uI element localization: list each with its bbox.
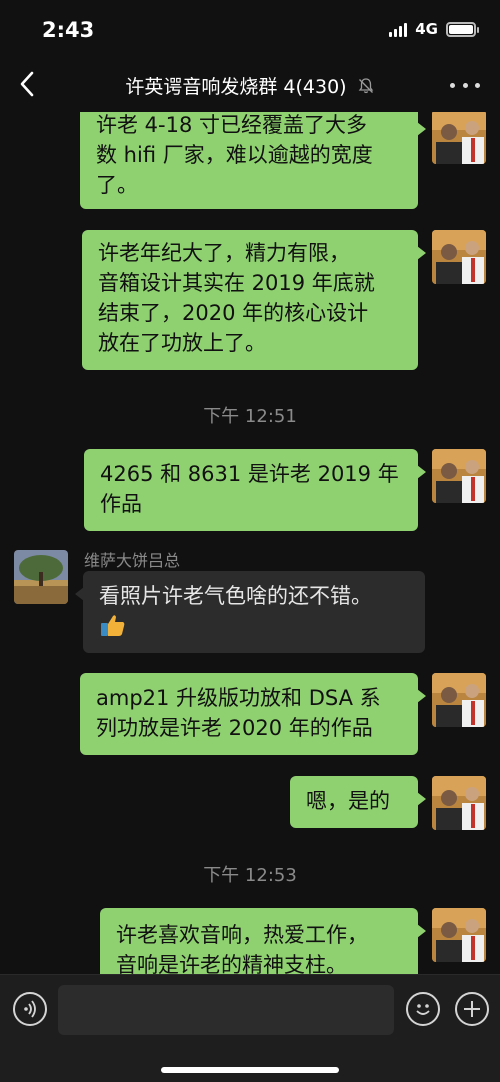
chat-title: 许英谔音响发烧群 4(430) [0, 72, 500, 99]
voice-icon [24, 1000, 36, 1018]
status-time: 2:43 [42, 18, 95, 42]
emoji-icon [416, 1004, 430, 1015]
avatar-me[interactable] [432, 230, 486, 284]
message-line: 了。 [96, 173, 138, 197]
message-line: 许老年纪大了，精力有限， [98, 241, 350, 265]
more-functions-button[interactable] [455, 992, 489, 1026]
emoji-button[interactable] [406, 992, 440, 1026]
message-line: 许老 4-18 寸已经覆盖了大多 [96, 113, 368, 137]
battery-icon [446, 21, 479, 37]
avatar-other[interactable] [14, 550, 68, 604]
message-line: 列功放是许老 2020 年的作品 [96, 716, 373, 740]
message-line: 嗯，是的 [306, 789, 390, 813]
message-line: 看照片许老气色啥的还不错。 [99, 584, 372, 608]
signal-icon [389, 21, 408, 37]
dot-icon [450, 82, 455, 88]
network-type: 4G [415, 20, 438, 38]
message-line: amp21 升级版功放和 DSA 系 [96, 686, 381, 710]
avatar-me[interactable] [432, 673, 486, 727]
message-line: 4265 和 8631 是许老 2019 年 [100, 462, 399, 486]
message-line: 数 hifi 厂家，难以逾越的宽度 [96, 143, 373, 167]
avatar-photo [432, 449, 486, 503]
avatar-photo [432, 776, 486, 830]
message-line: 作品 [100, 492, 142, 516]
dot-icon [462, 82, 468, 88]
plus-icon [464, 1001, 480, 1017]
message-line: 音箱设计其实在 2019 年底就 [98, 271, 375, 295]
message-line: 结束了，2020 年的核心设计 [98, 301, 369, 325]
avatar-photo [432, 112, 486, 164]
status-indicators: 4G [389, 20, 479, 38]
nav-bar: 许英谔音响发烧群 4(430) [0, 58, 500, 112]
message-bubble-mine[interactable]: 许老喜欢音响，热爱工作， 音响是许老的精神支柱。 [100, 908, 426, 974]
timestamp: 下午 12:51 [203, 406, 297, 427]
status-bar: 2:43 4G [0, 0, 500, 58]
avatar-photo [14, 550, 68, 604]
message-bubble-mine[interactable]: amp21 升级版功放和 DSA 系 列功放是许老 2020 年的作品 [80, 673, 426, 755]
avatar-me[interactable] [432, 449, 486, 503]
avatar-me[interactable] [432, 112, 486, 164]
timestamp: 下午 12:53 [203, 865, 297, 886]
message-bubble-mine[interactable]: 4265 和 8631 是许老 2019 年 作品 [84, 449, 426, 531]
avatar-photo [432, 230, 486, 284]
sender-name: 维萨大饼吕总 [84, 551, 181, 570]
message-bubble-mine[interactable]: 许老 4-18 寸已经覆盖了大多 数 hifi 厂家，难以逾越的宽度 了。 [80, 112, 426, 209]
home-indicator [161, 1067, 339, 1073]
dot-icon [475, 82, 480, 88]
input-bar [0, 974, 500, 1082]
avatar-me[interactable] [432, 908, 486, 962]
chat-message-list[interactable]: 许老 4-18 寸已经覆盖了大多 数 hifi 厂家，难以逾越的宽度 了。 许老… [0, 112, 500, 974]
voice-input-button[interactable] [13, 992, 47, 1026]
more-options-button[interactable] [450, 72, 480, 98]
message-input[interactable] [58, 985, 394, 1035]
avatar-photo [432, 673, 486, 727]
message-bubble-theirs[interactable]: 看照片许老气色啥的还不错。 [75, 571, 425, 653]
message-line: 放在了功放上了。 [98, 331, 266, 355]
message-line: 音响是许老的精神支柱。 [116, 953, 347, 974]
thumbs-up-emoji [101, 615, 125, 636]
message-bubble-mine[interactable]: 嗯，是的 [290, 776, 426, 828]
avatar-photo [432, 908, 486, 962]
message-line: 许老喜欢音响，热爱工作， [116, 923, 368, 947]
avatar-me[interactable] [432, 776, 486, 830]
chat-title-text: 许英谔音响发烧群 4(430) [125, 76, 347, 98]
message-bubble-mine[interactable]: 许老年纪大了，精力有限， 音箱设计其实在 2019 年底就 结束了，2020 年… [82, 230, 426, 370]
bell-slash-icon [358, 78, 373, 94]
